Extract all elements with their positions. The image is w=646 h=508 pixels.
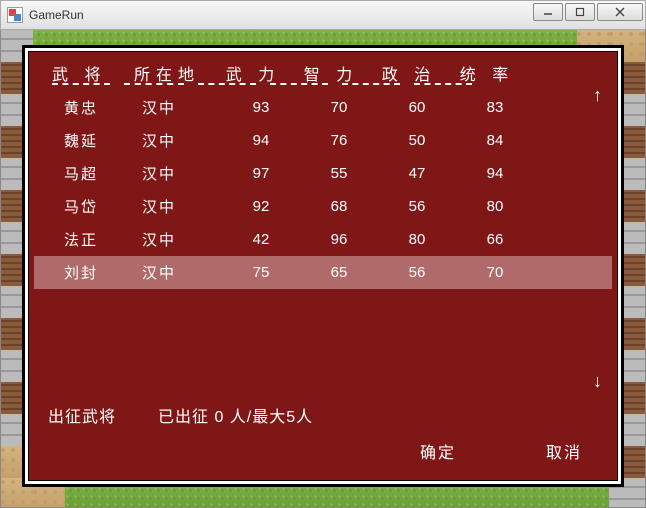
scroll-down-icon[interactable]: ↓ — [593, 371, 602, 392]
footer-status-text: 已出征 0 人/最大5人 — [158, 403, 313, 427]
header-leadership: 统 率 — [448, 61, 526, 85]
cell-politics: 47 — [378, 165, 456, 182]
window-controls — [533, 3, 643, 21]
cell-location: 汉中 — [142, 97, 222, 118]
table-row[interactable]: 马岱汉中92685680 — [34, 190, 612, 223]
cancel-button[interactable]: 取消 — [546, 439, 582, 463]
cell-force: 75 — [222, 264, 300, 281]
table-row[interactable]: 马超汉中97554794 — [34, 157, 612, 190]
cell-intel: 70 — [300, 99, 378, 116]
cell-name: 魏延 — [64, 130, 142, 151]
table-header: 武 将 所在地 武 力 智 力 政 治 统 率 — [34, 57, 612, 85]
cell-leadership: 84 — [456, 132, 534, 149]
button-row: 确定 取消 — [420, 439, 582, 463]
header-intel: 智 力 — [292, 61, 370, 85]
header-force: 武 力 — [214, 61, 292, 85]
cell-name: 马岱 — [64, 196, 142, 217]
cell-leadership: 70 — [456, 264, 534, 281]
cell-leadership: 66 — [456, 231, 534, 248]
cell-intel: 65 — [300, 264, 378, 281]
cell-force: 93 — [222, 99, 300, 116]
cell-politics: 56 — [378, 198, 456, 215]
general-select-panel: 武 将 所在地 武 力 智 力 政 治 统 率 黄忠汉中93706083魏延汉中… — [25, 48, 621, 484]
cell-intel: 76 — [300, 132, 378, 149]
ok-button[interactable]: 确定 — [420, 439, 456, 463]
cell-location: 汉中 — [142, 196, 222, 217]
cell-location: 汉中 — [142, 229, 222, 250]
cell-name: 刘封 — [64, 262, 142, 283]
footer-label: 出征武将 — [48, 403, 116, 427]
footer-status: 出征武将 已出征 0 人/最大5人 — [48, 403, 313, 427]
cell-intel: 55 — [300, 165, 378, 182]
cell-politics: 60 — [378, 99, 456, 116]
cell-intel: 68 — [300, 198, 378, 215]
cell-leadership: 94 — [456, 165, 534, 182]
table-row[interactable]: 黄忠汉中93706083 — [34, 91, 612, 124]
cell-intel: 96 — [300, 231, 378, 248]
cell-name: 黄忠 — [64, 97, 142, 118]
cell-leadership: 80 — [456, 198, 534, 215]
app-icon — [7, 7, 23, 23]
maximize-button[interactable] — [565, 3, 595, 21]
cell-location: 汉中 — [142, 262, 222, 283]
cell-leadership: 83 — [456, 99, 534, 116]
window-title: GameRun — [29, 8, 84, 22]
titlebar: GameRun — [0, 0, 646, 30]
cell-name: 马超 — [64, 163, 142, 184]
table-body: 黄忠汉中93706083魏延汉中94765084马超汉中97554794马岱汉中… — [34, 91, 612, 289]
cell-name: 法正 — [64, 229, 142, 250]
cell-force: 97 — [222, 165, 300, 182]
table-row[interactable]: 刘封汉中75655670 — [34, 256, 612, 289]
cell-force: 92 — [222, 198, 300, 215]
cell-location: 汉中 — [142, 163, 222, 184]
header-name: 武 将 — [52, 61, 134, 85]
cell-location: 汉中 — [142, 130, 222, 151]
scroll-up-icon[interactable]: ↑ — [593, 85, 602, 106]
header-location: 所在地 — [134, 61, 214, 85]
table-row[interactable]: 魏延汉中94765084 — [34, 124, 612, 157]
cell-politics: 50 — [378, 132, 456, 149]
close-button[interactable] — [597, 3, 643, 21]
minimize-button[interactable] — [533, 3, 563, 21]
cell-force: 42 — [222, 231, 300, 248]
cell-politics: 56 — [378, 264, 456, 281]
cell-force: 94 — [222, 132, 300, 149]
table-row[interactable]: 法正汉中42968066 — [34, 223, 612, 256]
cell-politics: 80 — [378, 231, 456, 248]
client-area: 武 将 所在地 武 力 智 力 政 治 统 率 黄忠汉中93706083魏延汉中… — [0, 30, 646, 508]
header-politics: 政 治 — [370, 61, 448, 85]
